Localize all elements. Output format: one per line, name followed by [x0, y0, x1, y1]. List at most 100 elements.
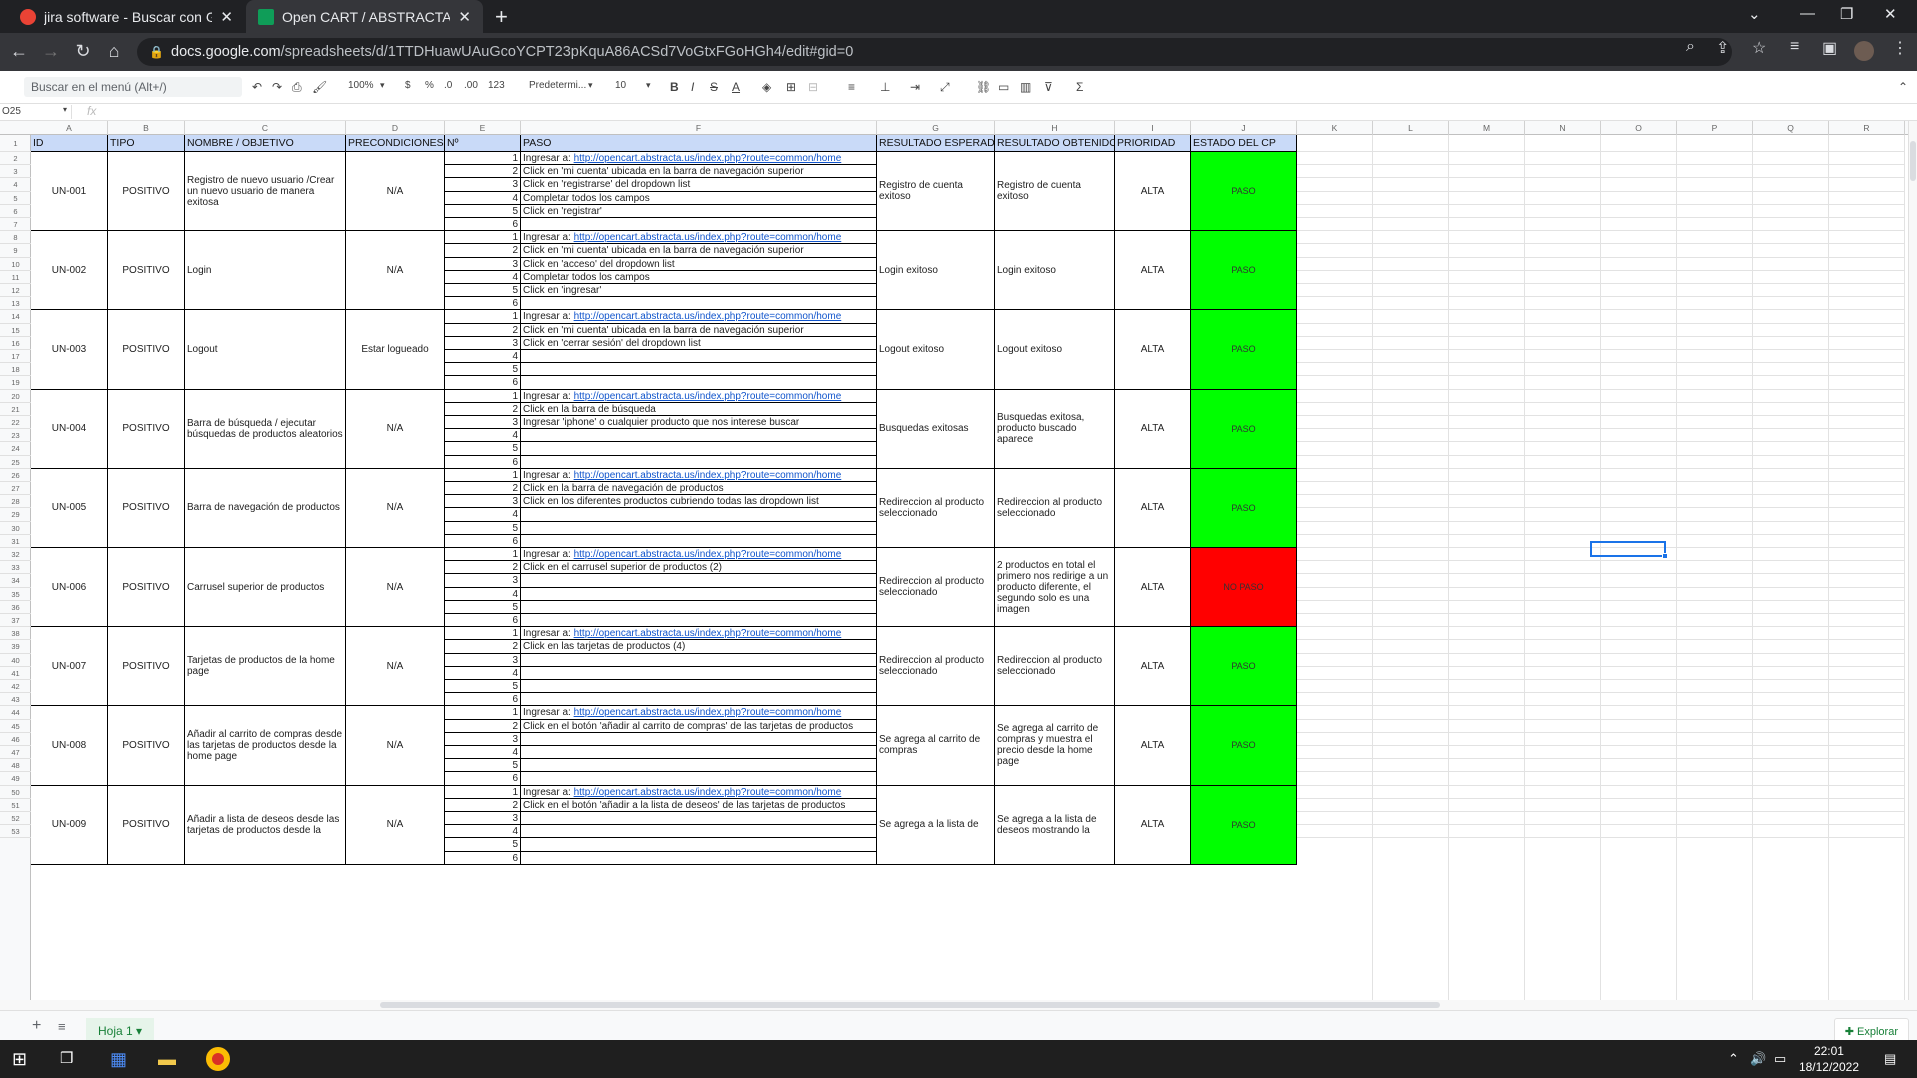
cell-prioridad[interactable]: ALTA: [1115, 706, 1191, 786]
cell-step[interactable]: Click en 'mi cuenta' ubicada en la barra…: [521, 244, 877, 258]
currency-button[interactable]: $: [405, 80, 411, 91]
cell-step-number[interactable]: 2: [445, 402, 521, 416]
cell-step[interactable]: [521, 825, 877, 839]
cell-id[interactable]: UN-003: [31, 310, 108, 390]
cell-tipo[interactable]: POSITIVO: [108, 627, 185, 707]
cell-precondiciones[interactable]: Estar logueado: [346, 310, 445, 390]
header-resultado-esperado[interactable]: RESULTADO ESPERADO: [877, 135, 995, 152]
cell-step[interactable]: Click en las tarjetas de productos (4): [521, 640, 877, 654]
notifications-icon[interactable]: ▤: [1884, 1051, 1896, 1067]
column-header-m[interactable]: M: [1449, 121, 1525, 135]
cell-precondiciones[interactable]: N/A: [346, 548, 445, 628]
chevron-down-icon[interactable]: ▾: [646, 80, 651, 91]
text-rotate-icon[interactable]: ⤢: [940, 80, 950, 95]
cell-step[interactable]: [521, 376, 877, 390]
cell-step[interactable]: Click en el botón 'añadir al carrito de …: [521, 719, 877, 733]
row-header-51[interactable]: 51: [0, 799, 31, 812]
column-header-d[interactable]: D: [346, 121, 445, 135]
cell-resultado-obtenido[interactable]: Login exitoso: [995, 231, 1115, 311]
italic-icon[interactable]: I: [691, 80, 694, 94]
cell-resultado-obtenido[interactable]: Registro de cuenta exitoso: [995, 152, 1115, 232]
header-tipo[interactable]: TIPO: [108, 135, 185, 152]
row-header-7[interactable]: 7: [0, 218, 31, 232]
cell-step-number[interactable]: 4: [445, 191, 521, 205]
cell-step-number[interactable]: 2: [445, 640, 521, 654]
side-panel-icon[interactable]: ▣: [1822, 38, 1837, 58]
cell-step[interactable]: Click en 'mi cuenta' ubicada en la barra…: [521, 165, 877, 179]
cell-prioridad[interactable]: ALTA: [1115, 627, 1191, 707]
row-header-41[interactable]: 41: [0, 667, 31, 680]
step-link[interactable]: http://opencart.abstracta.us/index.php?r…: [574, 391, 842, 402]
cell-step-number[interactable]: 4: [445, 825, 521, 839]
cell-nombre[interactable]: Login: [185, 231, 346, 311]
cell-precondiciones[interactable]: N/A: [346, 468, 445, 548]
cell-step-number[interactable]: 2: [445, 165, 521, 179]
reload-icon[interactable]: ↻: [72, 41, 94, 62]
column-header-i[interactable]: I: [1115, 121, 1191, 135]
comment-icon[interactable]: ▭: [998, 80, 1009, 94]
cell-step-number[interactable]: 4: [445, 270, 521, 284]
column-header-g[interactable]: G: [877, 121, 995, 135]
cell-step-number[interactable]: 1: [445, 627, 521, 641]
cell-step-number[interactable]: 5: [445, 204, 521, 218]
cell-step[interactable]: Click en 'registrar': [521, 204, 877, 218]
cell-step[interactable]: [521, 693, 877, 707]
share-icon[interactable]: ⇪: [1716, 38, 1729, 58]
row-header-46[interactable]: 46: [0, 733, 31, 746]
column-header-o[interactable]: O: [1601, 121, 1677, 135]
row-header-45[interactable]: 45: [0, 720, 31, 733]
header-resultado-obtenido[interactable]: RESULTADO OBTENIDO: [995, 135, 1115, 152]
cell-precondiciones[interactable]: N/A: [346, 389, 445, 469]
cell-step-number[interactable]: 6: [445, 218, 521, 232]
cell-resultado-esperado[interactable]: Se agrega a la lista de: [877, 785, 995, 865]
fill-handle[interactable]: [1662, 553, 1668, 559]
row-header-14[interactable]: 14: [0, 310, 31, 324]
row-header-37[interactable]: 37: [0, 614, 31, 628]
cell-estado[interactable]: PASO: [1191, 152, 1297, 232]
row-header-35[interactable]: 35: [0, 588, 31, 601]
cell-resultado-esperado[interactable]: Busquedas exitosas: [877, 389, 995, 469]
row-header-20[interactable]: 20: [0, 390, 31, 403]
cell-id[interactable]: UN-007: [31, 627, 108, 707]
row-header-50[interactable]: 50: [0, 786, 31, 799]
vertical-scrollbar[interactable]: [1908, 121, 1917, 1000]
cell-resultado-obtenido[interactable]: Busquedas exitosa, producto buscado apar…: [995, 389, 1115, 469]
cell-id[interactable]: UN-001: [31, 152, 108, 232]
cell-step-number[interactable]: 2: [445, 244, 521, 258]
cell-resultado-esperado[interactable]: Login exitoso: [877, 231, 995, 311]
forward-arrow-icon[interactable]: →: [40, 41, 62, 62]
cell-step[interactable]: Click en 'registrarse' del dropdown list: [521, 178, 877, 192]
row-header-52[interactable]: 52: [0, 812, 31, 826]
cell-step[interactable]: Click en 'acceso' del dropdown list: [521, 257, 877, 271]
cell-nombre[interactable]: Tarjetas de productos de la home page: [185, 627, 346, 707]
cell-estado[interactable]: PASO: [1191, 310, 1297, 390]
cell-resultado-esperado[interactable]: Registro de cuenta exitoso: [877, 152, 995, 232]
column-header-h[interactable]: H: [995, 121, 1115, 135]
functions-icon[interactable]: Σ: [1076, 80, 1083, 94]
step-link[interactable]: http://opencart.abstracta.us/index.php?r…: [574, 787, 842, 798]
row-header-12[interactable]: 12: [0, 284, 31, 298]
taskbar-clock[interactable]: 22:01 18/12/2022: [1799, 1043, 1859, 1075]
cell-resultado-esperado[interactable]: Logout exitoso: [877, 310, 995, 390]
cell-step-number[interactable]: 6: [445, 376, 521, 390]
cell-step-number[interactable]: 2: [445, 798, 521, 812]
cell-step-number[interactable]: 5: [445, 363, 521, 377]
cell-step[interactable]: [521, 587, 877, 601]
cell-step-number[interactable]: 1: [445, 231, 521, 245]
cell-estado[interactable]: PASO: [1191, 627, 1297, 707]
cell-step-number[interactable]: 4: [445, 587, 521, 601]
chevron-down-icon[interactable]: ▾: [136, 1024, 142, 1038]
cell-nombre[interactable]: Barra de navegación de productos: [185, 468, 346, 548]
cell-step-number[interactable]: 6: [445, 534, 521, 548]
cell-step[interactable]: [521, 600, 877, 614]
cell-step-number[interactable]: 3: [445, 495, 521, 509]
cell-step-number[interactable]: 2: [445, 719, 521, 733]
cell-step-number[interactable]: 1: [445, 310, 521, 324]
row-header-34[interactable]: 34: [0, 574, 31, 588]
cell-tipo[interactable]: POSITIVO: [108, 152, 185, 232]
row-header-13[interactable]: 13: [0, 297, 31, 311]
row-header-53[interactable]: 53: [0, 825, 31, 839]
browser-tab-google[interactable]: jira software - Buscar con Google ✕: [8, 0, 245, 33]
cell-step[interactable]: Ingresar a: http://opencart.abstracta.us…: [521, 152, 877, 166]
minimize-icon[interactable]: —: [1800, 5, 1815, 22]
